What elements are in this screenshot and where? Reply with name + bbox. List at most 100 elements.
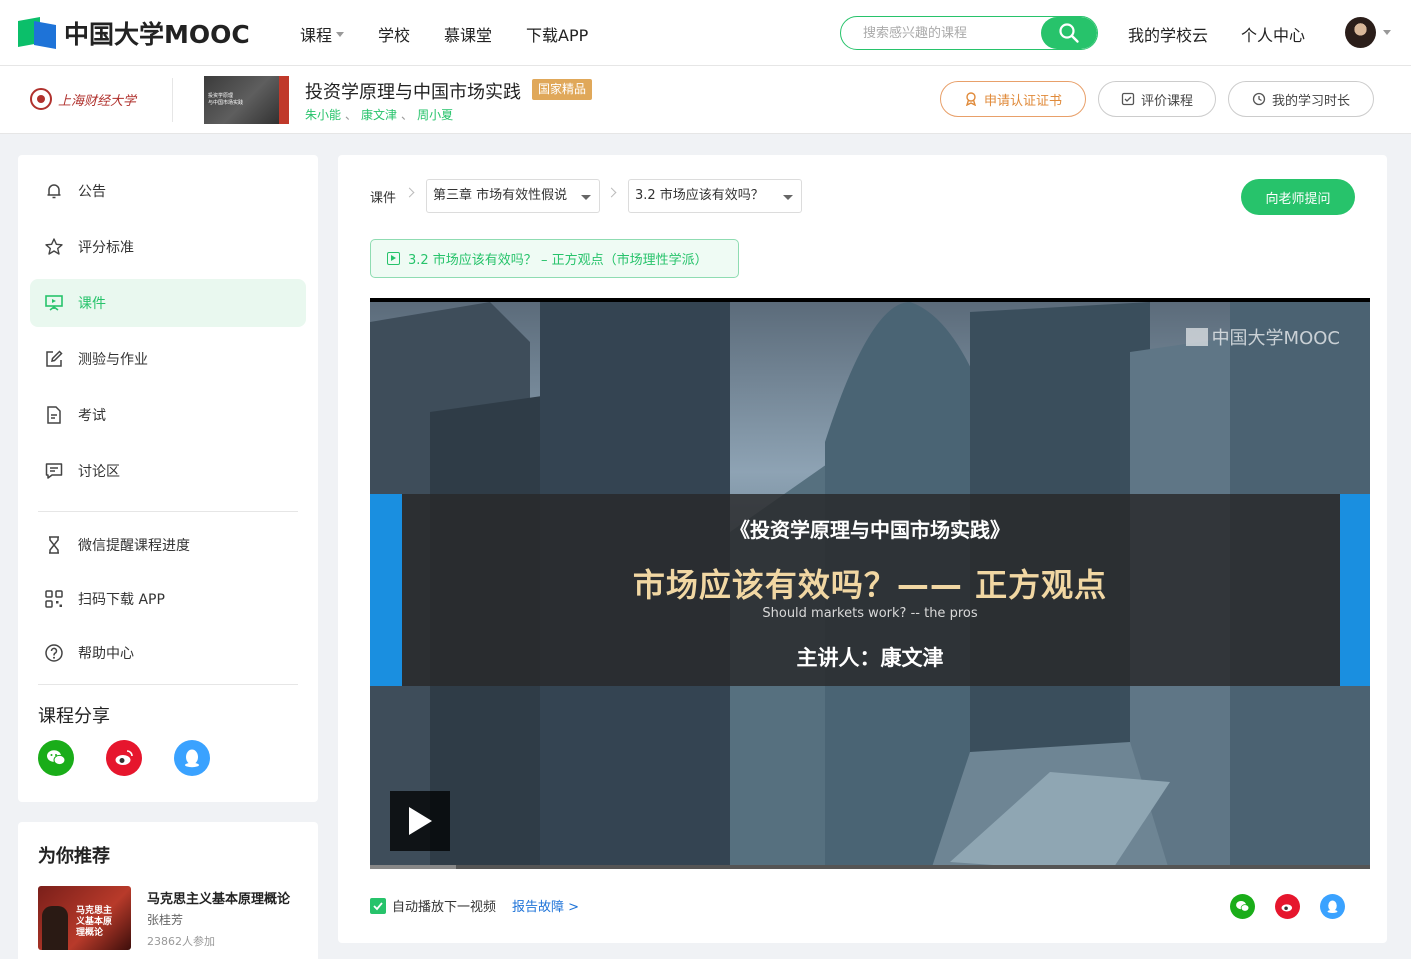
- study-time-button[interactable]: 我的学习时长: [1228, 81, 1374, 117]
- weibo-share-icon[interactable]: [1275, 894, 1300, 919]
- video-lecture-subtitle: Should markets work? -- the pros: [762, 606, 978, 621]
- share-section-title: 课程分享: [38, 706, 110, 727]
- nav-download-app[interactable]: 下载APP: [526, 22, 588, 46]
- video-progress-fill: [370, 865, 456, 869]
- play-button[interactable]: [390, 791, 450, 851]
- course-thumbnail-title: 投资学原理: [208, 93, 234, 99]
- sidebar-item-wechat-reminder[interactable]: 微信提醒课程进度: [30, 521, 306, 569]
- teacher-list: 朱小能、康文津、周小夏: [305, 108, 454, 122]
- sidebar-item-label: 讨论区: [78, 464, 120, 480]
- recommended-course-teacher: 张桂芳: [147, 913, 184, 927]
- chapter-select[interactable]: 第三章 市场有效性假说: [426, 179, 600, 213]
- nav-mooc-classroom[interactable]: 慕课堂: [444, 22, 492, 46]
- chevron-down-icon: [581, 195, 591, 200]
- courseware-icon: [44, 293, 64, 313]
- report-issue-link[interactable]: 报告故障 >: [512, 896, 579, 915]
- sidebar-item-grading[interactable]: 评分标准: [30, 223, 306, 271]
- mooc-watermark-icon: [1185, 328, 1208, 346]
- school-logo[interactable]: 上海财经大学: [30, 84, 142, 114]
- sidebar-item-download-app[interactable]: 扫码下载 APP: [30, 575, 306, 623]
- video-progress-bar[interactable]: [370, 865, 1370, 869]
- school-seal-icon: [30, 88, 52, 110]
- weibo-share-icon[interactable]: [106, 740, 142, 776]
- unit-select[interactable]: 3.2 市场应该有效吗？: [628, 179, 802, 213]
- autoplay-checkbox[interactable]: [370, 897, 386, 914]
- course-thumbnail[interactable]: 投资学原理 与中国市场实践: [204, 76, 289, 124]
- chevron-right-icon: [606, 187, 617, 198]
- course-title[interactable]: 投资学原理与中国市场实践: [305, 78, 521, 104]
- main-nav: 课程 学校 慕课堂 下载APP: [300, 22, 622, 46]
- mooc-logo[interactable]: 中国大学MOOC: [18, 16, 250, 50]
- chevron-down-icon: [336, 31, 345, 37]
- recommendation-panel: 为你推荐 马克思主义基本原理概论 马克思主义基本原理概论 张桂芳 23862人参…: [18, 822, 318, 959]
- course-header: 上海财经大学 投资学原理 与中国市场实践 投资学原理与中国市场实践 国家精品 朱…: [0, 66, 1411, 134]
- current-unit-label: 3.2 市场应该有效吗？ – 正方观点（市场理性学派）: [408, 253, 708, 268]
- qq-share-icon[interactable]: [1320, 894, 1345, 919]
- nav-courses[interactable]: 课程: [300, 22, 345, 46]
- video-player[interactable]: 中国大学MOOC 《投资学原理与中国市场实践》 市场应该有效吗？—— 正方观点 …: [370, 298, 1370, 869]
- current-unit-tab[interactable]: 3.2 市场应该有效吗？ – 正方观点（市场理性学派）: [370, 239, 739, 278]
- chapter-select-value: 第三章 市场有效性假说: [433, 188, 568, 203]
- qq-share-icon[interactable]: [174, 740, 210, 776]
- divider: [38, 684, 298, 685]
- sidebar-item-courseware[interactable]: 课件: [30, 279, 306, 327]
- teacher-link[interactable]: 朱小能: [305, 108, 341, 122]
- chevron-down-icon[interactable]: [1383, 30, 1391, 35]
- divider: [172, 78, 173, 122]
- search-box: [840, 16, 1098, 50]
- review-icon: [1121, 92, 1135, 106]
- recommendation-title: 为你推荐: [38, 846, 110, 867]
- sidebar-item-announcement[interactable]: 公告: [30, 167, 306, 215]
- teacher-link[interactable]: 康文津: [361, 108, 397, 122]
- ask-teacher-button[interactable]: 向老师提问: [1241, 179, 1355, 215]
- chat-icon: [44, 461, 64, 481]
- personal-center-link[interactable]: 个人中心: [1241, 22, 1305, 46]
- sidebar-item-help-center[interactable]: 帮助中心: [30, 629, 306, 677]
- video-course-title: 《投资学原理与中国市场实践》: [730, 518, 1010, 542]
- sidebar-item-discussion[interactable]: 讨论区: [30, 447, 306, 495]
- sidebar-item-exam[interactable]: 考试: [30, 391, 306, 439]
- check-icon: [373, 901, 383, 910]
- recommended-course-thumbnail[interactable]: 马克思主义基本原理概论: [38, 886, 131, 950]
- search-input[interactable]: [841, 17, 1041, 49]
- avatar[interactable]: [1345, 17, 1376, 48]
- sidebar-item-quiz[interactable]: 测验与作业: [30, 335, 306, 383]
- review-course-button[interactable]: 评价课程: [1098, 81, 1216, 117]
- chevron-down-icon: [783, 195, 793, 200]
- help-icon: [44, 643, 64, 663]
- video-icon: [387, 252, 400, 265]
- sidebar-item-label: 评分标准: [78, 240, 134, 256]
- logo-text: 中国大学MOOC: [64, 20, 250, 49]
- document-icon: [44, 405, 64, 425]
- video-lecture-title: 市场应该有效吗？—— 正方观点: [632, 566, 1108, 604]
- play-icon: [409, 807, 432, 835]
- hourglass-icon: [44, 535, 64, 555]
- course-sidebar: 公告 评分标准 课件 测验与作业 考试 讨论区 微信提醒课程进度 扫码下载 AP…: [18, 155, 318, 802]
- unit-select-value: 3.2 市场应该有效吗？: [635, 188, 764, 203]
- nav-schools[interactable]: 学校: [378, 22, 410, 46]
- breadcrumb-courseware[interactable]: 课件: [370, 187, 396, 206]
- wechat-share-icon[interactable]: [38, 740, 74, 776]
- chevron-right-icon: [404, 187, 415, 198]
- divider: [38, 511, 298, 512]
- sidebar-item-label: 测验与作业: [78, 352, 148, 368]
- courseware-panel: 课件 第三章 市场有效性假说 3.2 市场应该有效吗？ 向老师提问 3.2 市场…: [338, 155, 1387, 943]
- course-thumbnail-subtitle: 与中国市场实践: [208, 100, 244, 106]
- qr-icon: [44, 589, 64, 609]
- top-navigation-bar: 中国大学MOOC 课程 学校 慕课堂 下载APP 我的学校云 个人中心: [0, 0, 1411, 66]
- share-icons: [38, 740, 210, 776]
- teacher-link[interactable]: 周小夏: [417, 108, 453, 122]
- watermark-text: 中国大学MOOC: [1211, 328, 1340, 349]
- autoplay-label: 自动播放下一视频: [392, 900, 497, 915]
- apply-certificate-button[interactable]: 申请认证证书: [940, 81, 1086, 117]
- wechat-share-icon[interactable]: [1230, 894, 1255, 919]
- sidebar-item-label: 考试: [78, 408, 106, 424]
- my-school-cloud-link[interactable]: 我的学校云: [1128, 22, 1208, 46]
- sidebar-item-label: 微信提醒课程进度: [78, 538, 190, 554]
- recommended-course-name[interactable]: 马克思主义基本原理概论: [147, 888, 297, 907]
- star-icon: [44, 237, 64, 257]
- edit-icon: [44, 349, 64, 369]
- search-button[interactable]: [1041, 17, 1097, 49]
- mooc-logo-icon: [18, 17, 58, 49]
- study-time-label: 我的学习时长: [1271, 93, 1350, 109]
